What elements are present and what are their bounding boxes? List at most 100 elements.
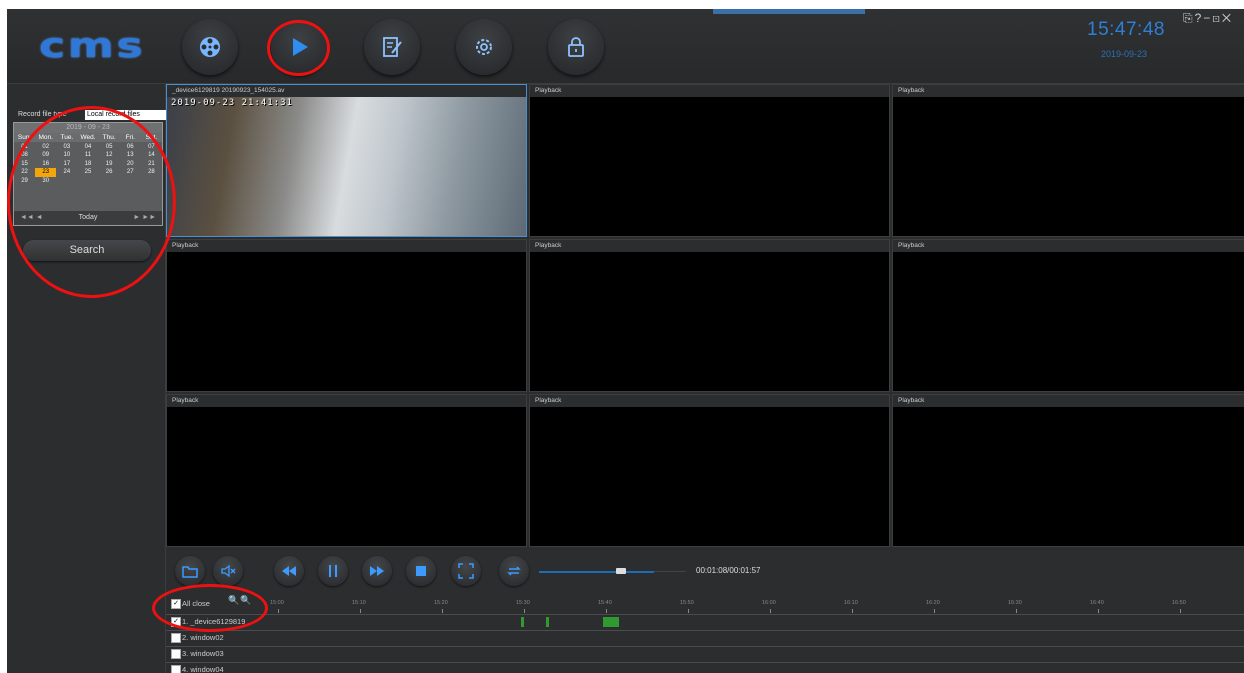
video-cell-label: Playback [893, 85, 1244, 97]
video-cell[interactable]: Playback [892, 239, 1244, 392]
video-cell[interactable]: Playback [892, 84, 1244, 237]
weekday-label: Tue. [60, 134, 74, 141]
calendar-day[interactable]: 15 [14, 160, 35, 168]
calendar-day[interactable]: 29 [14, 177, 35, 185]
channel-checkbox[interactable] [171, 633, 181, 643]
search-panel: Record file type Local record files 2019… [7, 84, 169, 673]
calendar-day[interactable]: 14 [141, 151, 162, 159]
weekday-label: Sun. [17, 134, 32, 141]
lock-button[interactable] [548, 19, 604, 75]
video-cell[interactable]: Playback [892, 394, 1244, 547]
video-cell[interactable]: _device6129819 20190923_154025.av 2019-09… [166, 84, 527, 237]
channel-label: 3. window03 [182, 649, 224, 658]
timeline-row[interactable]: 3. window03 [166, 646, 1244, 660]
channel-label: 1. _device6129819 [182, 617, 246, 626]
cms-logo: cms [39, 26, 146, 66]
channel-checkbox[interactable] [171, 665, 181, 673]
calendar-day[interactable]: 22 [14, 168, 35, 176]
timeline-tick-mark [934, 609, 935, 613]
zoom-in-icon[interactable]: 🔍 [228, 595, 239, 606]
calendar-day[interactable]: 05 [99, 143, 120, 151]
weekday-label: Mon. [38, 134, 53, 141]
calendar-day[interactable]: 26 [99, 168, 120, 176]
calendar-prev[interactable]: ◄◄ ◄ [20, 211, 43, 225]
calendar-day[interactable]: 24 [56, 168, 77, 176]
calendar-day[interactable]: 02 [35, 143, 56, 151]
loop-button[interactable] [499, 556, 529, 586]
calendar-day[interactable]: 27 [120, 168, 141, 176]
pause-button[interactable] [318, 556, 348, 586]
calendar-day[interactable]: 12 [99, 151, 120, 159]
video-cell[interactable]: Playback [529, 394, 890, 547]
today-button[interactable]: Today [79, 214, 98, 221]
zoom-out-icon[interactable]: 🔍 [240, 595, 251, 606]
fast-forward-button[interactable] [362, 556, 392, 586]
channel-checkbox[interactable]: ✓ [171, 617, 181, 627]
calendar-day[interactable]: 07 [141, 143, 162, 151]
calendar-month: 2019 - 09 - 23 [14, 123, 162, 133]
calendar-day[interactable]: 08 [14, 151, 35, 159]
record-segment[interactable] [546, 617, 549, 627]
calendar-day[interactable]: 28 [141, 168, 162, 176]
stop-button[interactable] [406, 556, 436, 586]
progress-remaining[interactable] [654, 571, 686, 572]
video-cell[interactable]: Playback [166, 239, 527, 392]
rewind-icon [282, 566, 296, 576]
weekday-label: Wed. [80, 134, 96, 141]
record-segment[interactable] [521, 617, 524, 627]
progress-handle[interactable] [616, 568, 626, 574]
edit-button[interactable] [364, 19, 420, 75]
calendar-day[interactable]: 21 [141, 160, 162, 168]
calendar-day[interactable]: 06 [120, 143, 141, 151]
calendar-day[interactable]: 04 [77, 143, 98, 151]
all-close-checkbox[interactable]: ✓ [171, 599, 181, 609]
calendar-day[interactable]: 30 [35, 177, 56, 185]
timeline-row[interactable]: ✓ 1. _device6129819 [166, 614, 1244, 628]
calendar-day[interactable]: 01 [14, 143, 35, 151]
calendar-day[interactable]: 25 [77, 168, 98, 176]
open-folder-button[interactable] [175, 556, 205, 586]
calendar-day[interactable]: 10 [56, 151, 77, 159]
film-reel-icon [200, 37, 220, 57]
timeline-tick-mark [852, 609, 853, 613]
calendar-day[interactable]: 03 [56, 143, 77, 151]
video-grid: _device6129819 20190923_154025.av 2019-09… [166, 84, 1244, 547]
calendar-next[interactable]: ► ►► [133, 211, 156, 225]
playback-button[interactable] [271, 19, 327, 75]
search-button[interactable]: Search [23, 240, 151, 261]
progress-filled[interactable] [539, 571, 654, 573]
timeline-row[interactable]: 2. window02 [166, 630, 1244, 644]
calendar-day[interactable]: 23 [35, 168, 57, 177]
record-tabs: Record file type Local record files [16, 110, 169, 120]
calendar-day[interactable]: 11 [77, 151, 98, 159]
mute-icon [221, 564, 236, 578]
record-segment[interactable] [603, 617, 619, 627]
window-controls[interactable]: ⎘?−⊡✕ [1183, 11, 1233, 26]
calendar-day[interactable]: 18 [77, 160, 98, 168]
channel-checkbox[interactable] [171, 649, 181, 659]
record-reel-button[interactable] [182, 19, 238, 75]
video-cell[interactable]: Playback [529, 84, 890, 237]
calendar-day[interactable]: 19 [99, 160, 120, 168]
settings-button[interactable] [456, 19, 512, 75]
timeline-row[interactable]: 4. window04 [166, 662, 1244, 673]
calendar-day[interactable]: 16 [35, 160, 56, 168]
video-cell-label: Playback [167, 395, 526, 407]
tab-record-file-type[interactable]: Record file type [16, 110, 88, 120]
video-osd-timestamp: 2019-09-23 21:41:31 [171, 98, 293, 108]
fullscreen-button[interactable] [451, 556, 481, 586]
cms-app-window: cms 15:47:48 2019-09-23 ⎘?−⊡✕ Record fil… [7, 9, 1244, 673]
gear-icon [476, 39, 492, 55]
calendar-day[interactable]: 20 [120, 160, 141, 168]
mute-button[interactable] [213, 556, 243, 586]
timeline-tick-label: 16:30 [1008, 600, 1022, 606]
video-cell[interactable]: Playback [166, 394, 527, 547]
calendar-day[interactable]: 17 [56, 160, 77, 168]
rewind-button[interactable] [274, 556, 304, 586]
calendar-footer: ◄◄ ◄ Today ► ►► [14, 211, 162, 225]
calendar-day[interactable]: 09 [35, 151, 56, 159]
tab-local-record-files[interactable]: Local record files [85, 110, 169, 120]
video-cell[interactable]: Playback [529, 239, 890, 392]
calendar-day[interactable]: 13 [120, 151, 141, 159]
timeline-tick-mark [524, 609, 525, 613]
